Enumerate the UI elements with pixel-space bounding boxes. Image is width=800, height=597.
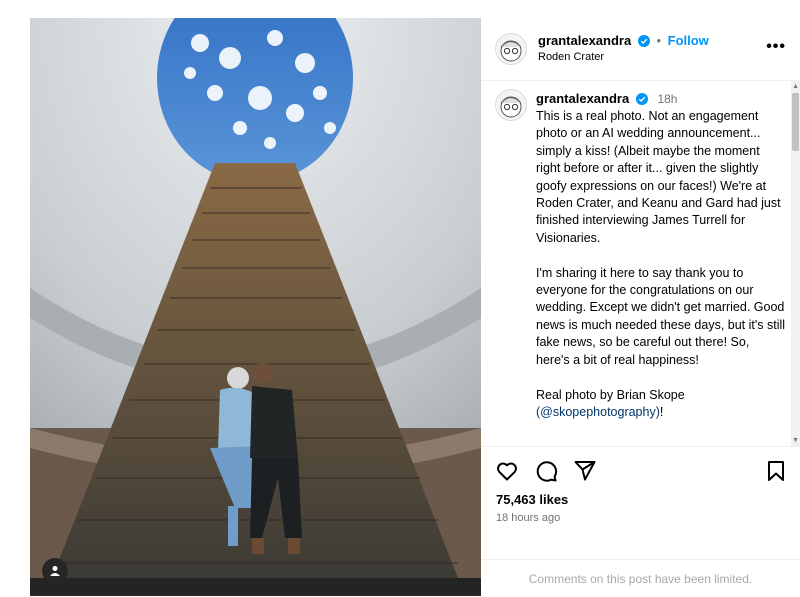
header-user-line: grantalexandra • Follow — [538, 33, 709, 50]
share-icon[interactable] — [573, 459, 597, 483]
caption-header: grantalexandra 18h — [536, 91, 677, 108]
post-header: grantalexandra • Follow Roden Crater ••• — [481, 18, 800, 81]
user-tag-button[interactable] — [42, 558, 68, 584]
post-actions: 75,463 likes 18 hours ago Comments on th… — [481, 446, 800, 597]
verified-badge-icon — [635, 93, 648, 108]
scroll-up-arrow-icon[interactable]: ▲ — [792, 83, 799, 90]
user-tag-icon — [50, 566, 60, 576]
staircase-photo — [30, 18, 481, 596]
avatar-illustration — [500, 96, 522, 118]
caption-username-link[interactable]: grantalexandra — [536, 91, 629, 106]
post-details-panel: grantalexandra • Follow Roden Crater •••… — [481, 18, 800, 596]
separator-dot: • — [656, 33, 662, 48]
avatar-illustration — [500, 40, 522, 62]
scrollbar[interactable]: ▲ ▼ — [791, 81, 800, 446]
mention-link[interactable]: (@skopephotography) — [536, 405, 660, 419]
comments-scroll-area[interactable]: grantalexandra 18h This is a real photo.… — [481, 81, 800, 446]
caption-body: This is a real photo. Not an engagement … — [536, 109, 786, 402]
caption-text: This is a real photo. Not an engagement … — [536, 108, 786, 421]
comments-limited-notice: Comments on this post have been limited. — [481, 559, 800, 586]
scroll-down-arrow-icon[interactable]: ▼ — [792, 437, 799, 444]
verified-badge-icon — [637, 35, 650, 50]
follow-button[interactable]: Follow — [668, 33, 709, 48]
post-timestamp[interactable]: 18 hours ago — [496, 512, 560, 524]
caption-suffix: ! — [659, 404, 664, 419]
post-photo[interactable] — [30, 18, 481, 596]
bookmark-icon[interactable] — [764, 459, 788, 483]
comment-icon[interactable] — [534, 459, 558, 483]
scrollbar-thumb[interactable] — [792, 93, 799, 151]
heart-icon[interactable] — [495, 459, 519, 483]
location-link[interactable]: Roden Crater — [538, 51, 604, 63]
more-options-button[interactable]: ••• — [766, 38, 786, 56]
avatar[interactable] — [495, 89, 527, 121]
likes-count[interactable]: 75,463 likes — [496, 492, 568, 507]
avatar[interactable] — [495, 33, 527, 65]
caption-time: 18h — [657, 92, 678, 106]
username-link[interactable]: grantalexandra — [538, 33, 631, 48]
